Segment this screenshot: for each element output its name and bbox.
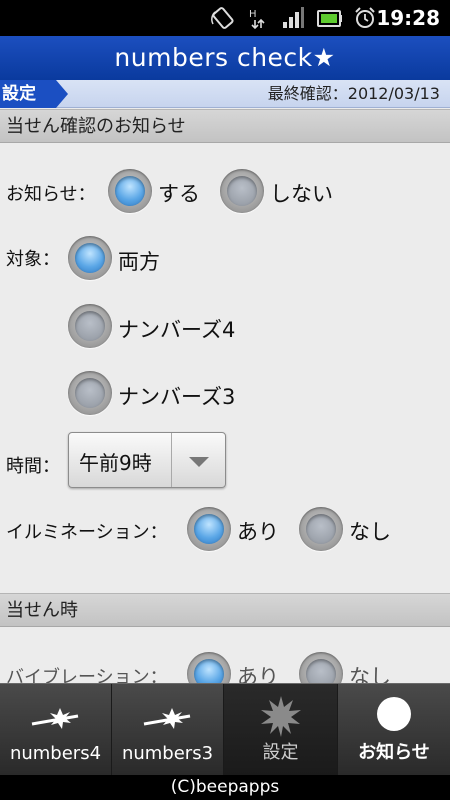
target-n4-radio[interactable] bbox=[68, 304, 112, 348]
notify-off-label[interactable]: しない bbox=[270, 178, 333, 208]
starburst-icon bbox=[260, 696, 301, 737]
select-divider bbox=[171, 433, 172, 487]
illumination-on-label[interactable]: あり bbox=[237, 516, 279, 546]
tab-notice-label: お知らせ bbox=[358, 742, 430, 763]
target-label: 対象： bbox=[6, 249, 60, 270]
tab-numbers3-label: numbers3 bbox=[121, 743, 214, 764]
alarm-clock-icon bbox=[355, 7, 375, 28]
section-header-win: 当せん時 bbox=[0, 593, 450, 627]
status-time: 19:28 bbox=[376, 6, 440, 30]
tab-numbers4[interactable]: numbers4 bbox=[0, 684, 112, 776]
time-label: 時間： bbox=[6, 456, 60, 477]
screen-tag: 設定 bbox=[0, 80, 68, 108]
notify-on-radio[interactable] bbox=[108, 169, 152, 213]
target-n3-radio[interactable] bbox=[68, 371, 112, 415]
sub-header: 設定 最終確認：2012/03/13 bbox=[0, 80, 450, 108]
time-select-value: 午前9時 bbox=[79, 451, 152, 475]
signal-icon bbox=[283, 7, 304, 28]
time-select[interactable]: 午前9時 bbox=[68, 432, 226, 488]
section-header-notice: 当せん確認のお知らせ bbox=[0, 109, 450, 143]
title-bar: numbers check★ bbox=[0, 36, 450, 80]
illumination-label: イルミネーション： bbox=[6, 522, 168, 543]
data-transfer-icon: H bbox=[249, 9, 265, 30]
bottom-tab-bar: numbers4 numbers3 設定 お知らせ bbox=[0, 683, 450, 776]
dropdown-arrow-icon bbox=[189, 457, 209, 467]
app-title: numbers check★ bbox=[114, 43, 336, 72]
illumination-off-radio[interactable] bbox=[299, 507, 343, 551]
tab-settings-label: 設定 bbox=[262, 742, 299, 763]
target-n4-label[interactable]: ナンバーズ4 bbox=[118, 314, 235, 344]
target-both-radio[interactable] bbox=[68, 236, 112, 280]
tab-settings[interactable]: 設定 bbox=[224, 684, 338, 776]
tab-notice[interactable]: お知らせ bbox=[338, 684, 450, 776]
sparkle-wand-icon bbox=[143, 708, 190, 729]
notify-off-radio[interactable] bbox=[220, 169, 264, 213]
illumination-off-label[interactable]: なし bbox=[349, 516, 391, 546]
last-check-date: 最終確認：2012/03/13 bbox=[267, 84, 440, 103]
rotate-icon bbox=[211, 7, 234, 29]
target-both-label[interactable]: 両方 bbox=[118, 246, 160, 276]
notify-label: お知らせ： bbox=[6, 184, 96, 205]
white-circle-icon bbox=[377, 697, 411, 731]
battery-icon bbox=[317, 10, 342, 27]
sparkle-wand-icon bbox=[31, 708, 78, 729]
tab-numbers3[interactable]: numbers3 bbox=[112, 684, 224, 776]
app-root: H 19:28 numbers check★ 設定 最終確認：2012/03/1… bbox=[0, 0, 450, 800]
svg-text:H: H bbox=[249, 9, 257, 20]
illumination-on-radio[interactable] bbox=[187, 507, 231, 551]
copyright-footer: (C)beepapps bbox=[0, 775, 450, 800]
status-bar: H 19:28 bbox=[0, 0, 450, 36]
notify-on-label[interactable]: する bbox=[158, 178, 200, 208]
target-n3-label[interactable]: ナンバーズ3 bbox=[118, 381, 235, 411]
tab-numbers4-label: numbers4 bbox=[9, 743, 102, 764]
